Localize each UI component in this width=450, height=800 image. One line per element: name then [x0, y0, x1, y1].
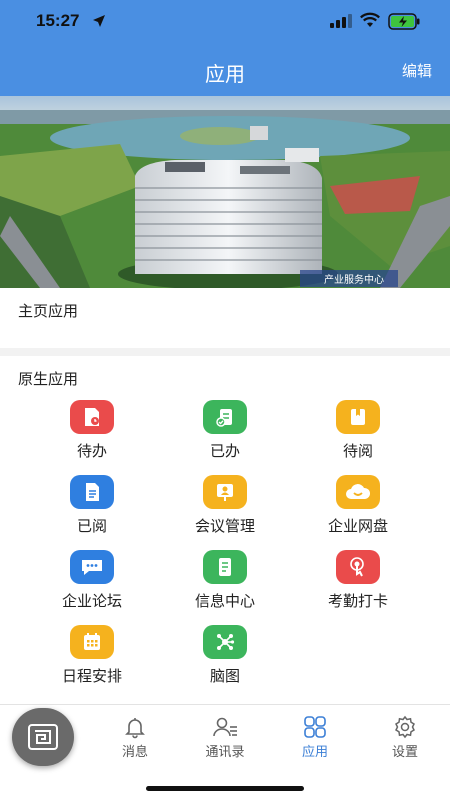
header: 15:27 应用 编辑 — [0, 0, 450, 96]
app-attendance[interactable]: 考勤打卡 — [283, 546, 433, 621]
app-label: 待阅 — [342, 442, 373, 460]
cellular-signal-icon — [330, 14, 352, 28]
app-read[interactable]: 已阅 — [17, 471, 167, 546]
contacts-icon — [213, 717, 237, 737]
wifi-icon — [360, 12, 380, 27]
app-label: 信息中心 — [194, 592, 255, 610]
app-label: 考勤打卡 — [327, 592, 388, 610]
page-title: 应用 — [205, 62, 245, 86]
tab-label: 设置 — [391, 745, 418, 760]
app-label: 已办 — [209, 442, 240, 460]
app-forum[interactable]: 企业论坛 — [17, 546, 167, 621]
tab-contacts[interactable]: 通讯录 — [180, 715, 270, 760]
square-frame-icon — [28, 724, 58, 750]
app-info-center[interactable]: 信息中心 — [150, 546, 300, 621]
gear-icon — [395, 715, 415, 739]
tab-label: 应用 — [301, 745, 328, 760]
bell-icon — [125, 718, 145, 739]
app-label: 已阅 — [76, 517, 107, 535]
tab-label: 消息 — [121, 745, 148, 760]
banner-photo — [0, 96, 450, 288]
app-todo[interactable]: 待办 — [17, 396, 167, 471]
app-label: 脑图 — [209, 667, 240, 685]
app-meeting[interactable]: 会议管理 — [150, 471, 300, 546]
mind-map-icon — [203, 625, 247, 659]
edit-button[interactable]: 编辑 — [402, 60, 432, 81]
native-apps-title: 原生应用 — [18, 370, 79, 388]
app-label: 日程安排 — [61, 667, 122, 685]
home-apps-title: 主页应用 — [18, 302, 79, 320]
schedule-icon — [70, 625, 114, 659]
native-apps-section: 原生应用 待办 已办 待阅 已阅 会议管理 企业网盘 企业论坛 信息中心 考勤打… — [0, 356, 450, 704]
floating-button[interactable] — [12, 708, 74, 766]
apps-icon — [304, 716, 326, 738]
tab-settings[interactable]: 设置 — [360, 715, 450, 760]
tab-label: 通讯录 — [205, 745, 245, 760]
home-indicator — [146, 786, 304, 791]
app-label: 企业论坛 — [61, 592, 122, 610]
banner-caption: 产业服务中心 — [300, 270, 398, 287]
app-label: 企业网盘 — [327, 517, 388, 535]
forum-icon — [70, 550, 114, 584]
app-done[interactable]: 已办 — [150, 396, 300, 471]
app-cloud-drive[interactable]: 企业网盘 — [283, 471, 433, 546]
status-bar: 15:27 — [0, 0, 450, 44]
app-label: 会议管理 — [194, 517, 255, 535]
app-label: 待办 — [76, 442, 107, 460]
tab-apps[interactable]: 应用 — [270, 715, 360, 760]
tab-messages[interactable]: 消息 — [90, 715, 180, 760]
location-arrow-icon — [93, 15, 105, 27]
attendance-icon — [336, 550, 380, 584]
app-to-read[interactable]: 待阅 — [283, 396, 433, 471]
cloud-drive-icon — [336, 475, 380, 509]
todo-icon — [70, 400, 114, 434]
home-apps-section: 主页应用 — [0, 288, 450, 348]
app-schedule[interactable]: 日程安排 — [17, 621, 167, 696]
battery-charging-icon — [388, 13, 420, 30]
app-mind-map[interactable]: 脑图 — [150, 621, 300, 696]
status-time: 15:27 — [36, 11, 80, 30]
meeting-icon — [203, 475, 247, 509]
to-read-icon — [336, 400, 380, 434]
done-icon — [203, 400, 247, 434]
info-center-icon — [203, 550, 247, 584]
banner-image[interactable]: 产业服务中心 — [0, 96, 450, 288]
read-icon — [70, 475, 114, 509]
